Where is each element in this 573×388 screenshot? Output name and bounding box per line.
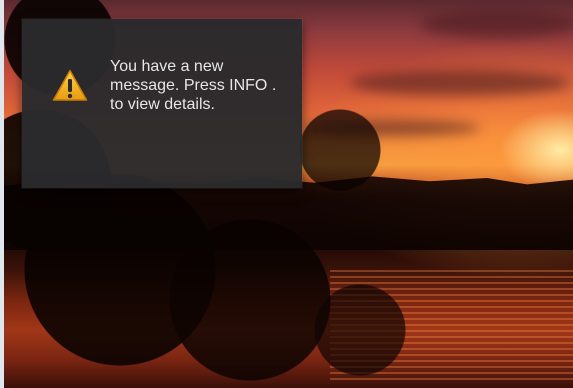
- notification-message: You have a new message. Press INFO . to …: [110, 58, 277, 113]
- screen-edge: [0, 0, 4, 388]
- message-notification: You have a new message. Press INFO . to …: [22, 19, 302, 188]
- warning-icon: [52, 69, 88, 102]
- tv-screen: You have a new message. Press INFO . to …: [0, 0, 573, 388]
- cloud: [420, 10, 573, 38]
